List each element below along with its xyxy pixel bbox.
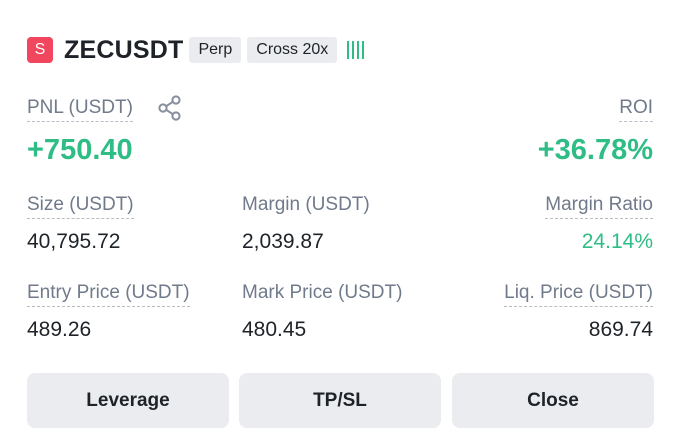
margin-mode-tag[interactable]: Cross 20x: [247, 37, 338, 63]
roi-label[interactable]: ROI: [619, 97, 653, 122]
symbol-title[interactable]: ZECUSDT: [64, 36, 183, 65]
margin-value: 2,039.87: [242, 230, 324, 253]
entry-price-value: 489.26: [27, 318, 92, 341]
roi-value: +36.78%: [537, 134, 653, 166]
size-value: 40,795.72: [27, 230, 121, 253]
position-card: S ZECUSDT Perp Cross 20x PNL (USDT) +750…: [0, 0, 680, 432]
signal-bars-icon: [347, 41, 365, 59]
size-label[interactable]: Size (USDT): [27, 194, 134, 219]
close-position-button[interactable]: Close: [452, 373, 654, 428]
position-header: S ZECUSDT Perp Cross 20x: [27, 36, 365, 65]
margin-ratio-label[interactable]: Margin Ratio: [545, 194, 653, 219]
margin-ratio-value: 24.14%: [581, 230, 653, 253]
leverage-button[interactable]: Leverage: [27, 373, 229, 428]
pnl-value: +750.40: [27, 134, 133, 166]
entry-price-label[interactable]: Entry Price (USDT): [27, 282, 190, 307]
side-badge: S: [27, 37, 53, 63]
share-icon[interactable]: [157, 95, 183, 121]
margin-label: Margin (USDT): [242, 194, 370, 215]
mark-price-value: 480.45: [242, 318, 307, 341]
tpsl-button[interactable]: TP/SL: [239, 373, 441, 428]
liq-price-value: 869.74: [588, 318, 653, 341]
contract-type-tag: Perp: [189, 37, 242, 63]
liq-price-label[interactable]: Liq. Price (USDT): [504, 282, 653, 307]
mark-price-label: Mark Price (USDT): [242, 282, 403, 303]
pnl-label[interactable]: PNL (USDT): [27, 97, 133, 122]
